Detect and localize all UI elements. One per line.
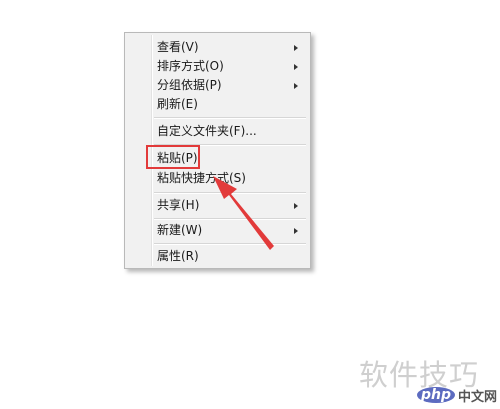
php-badge: php (417, 387, 456, 403)
site-name: 中文网 (458, 389, 498, 405)
annotation-arrow-icon (213, 176, 274, 250)
site-logo: php 中文网 (417, 384, 497, 406)
